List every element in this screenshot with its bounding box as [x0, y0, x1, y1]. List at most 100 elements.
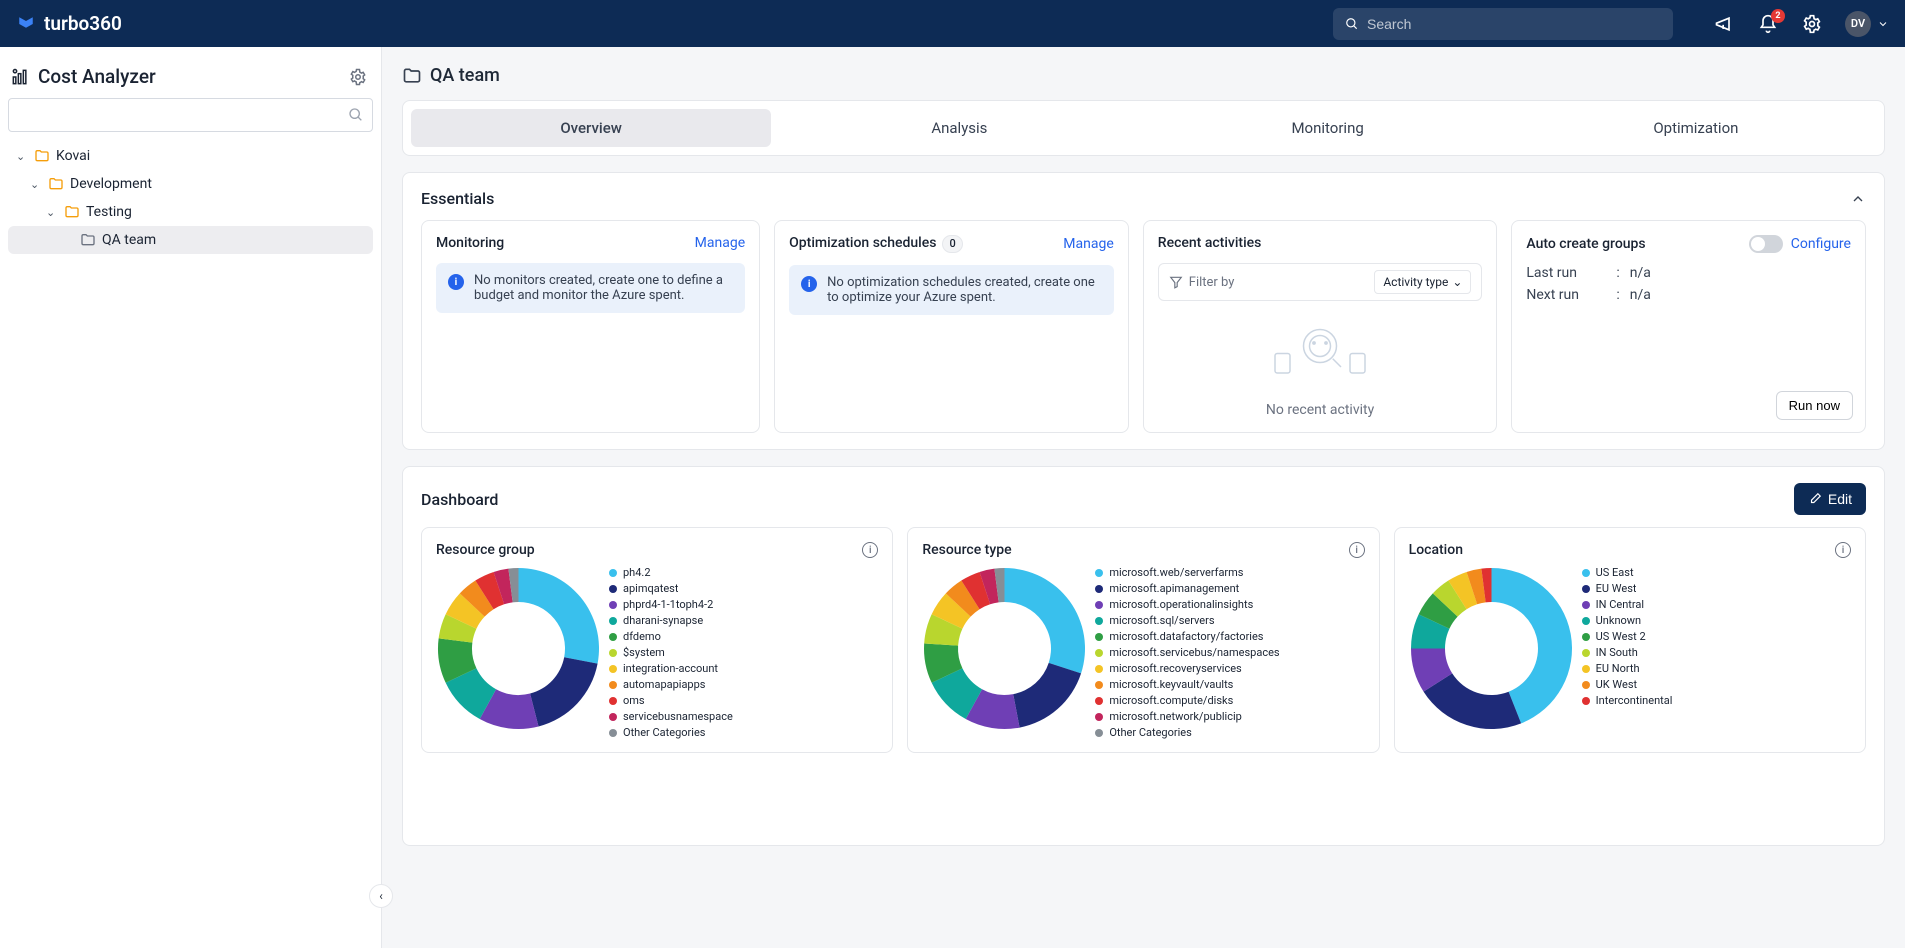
card-title: Monitoring — [436, 235, 504, 251]
tree-item-testing[interactable]: ⌄ Testing — [8, 198, 373, 226]
legend-item[interactable]: UK West — [1582, 678, 1851, 691]
legend-item[interactable]: phprd4-1-1toph4-2 — [609, 598, 878, 611]
tab-overview[interactable]: Overview — [411, 109, 771, 147]
legend-item[interactable]: $system — [609, 646, 878, 659]
info-icon: i — [448, 274, 464, 290]
kv-key: Next run — [1526, 287, 1606, 303]
next-run-row: Next run : n/a — [1526, 287, 1851, 303]
legend-item[interactable]: microsoft.recoveryservices — [1095, 662, 1364, 675]
collapse-sidebar-button[interactable]: ‹ — [369, 884, 393, 908]
chart-location: Location i US East EU West IN Central Unkno… — [1394, 527, 1866, 753]
manage-optimization-link[interactable]: Manage — [1063, 236, 1113, 252]
edit-dashboard-button[interactable]: Edit — [1794, 483, 1866, 515]
chevron-down-icon: ⌄ — [30, 178, 42, 191]
settings-icon[interactable] — [1801, 13, 1823, 35]
legend-item[interactable]: Intercontinental — [1582, 694, 1851, 707]
legend-item[interactable]: apimqatest — [609, 582, 878, 595]
tree-label: Kovai — [56, 148, 90, 164]
tab-monitoring[interactable]: Monitoring — [1148, 109, 1508, 147]
sidebar-title: Cost Analyzer — [10, 65, 156, 88]
legend-item[interactable]: microsoft.apimanagement — [1095, 582, 1364, 595]
filter-by-input[interactable]: Filter by — [1169, 275, 1367, 290]
legend-item[interactable]: integration-account — [609, 662, 878, 675]
legend-item[interactable]: microsoft.servicebus/namespaces — [1095, 646, 1364, 659]
empty-activity-text: No recent activity — [1158, 402, 1483, 418]
chart-resource-type: Resource type i microsoft.web/serverfarm… — [907, 527, 1379, 753]
last-run-row: Last run : n/a — [1526, 265, 1851, 281]
tree-search[interactable] — [8, 98, 373, 132]
tree-label: Development — [70, 176, 152, 192]
search-icon — [348, 107, 364, 123]
legend-item[interactable]: IN Central — [1582, 598, 1851, 611]
filter-icon — [1169, 275, 1183, 289]
folder-icon — [80, 232, 96, 248]
legend-resource-group: ph4.2 apimqatest phprd4-1-1toph4-2 dharani-… — [609, 566, 878, 742]
legend-item[interactable]: IN South — [1582, 646, 1851, 659]
legend-item[interactable]: microsoft.operationalinsights — [1095, 598, 1364, 611]
legend-item[interactable]: dfdemo — [609, 630, 878, 643]
collapse-essentials-icon[interactable] — [1850, 191, 1866, 207]
card-activities: Recent activities Filter by Activity typ… — [1143, 220, 1498, 433]
chevron-down-icon: ⌄ — [46, 206, 58, 219]
chart-info-icon[interactable]: i — [1835, 542, 1851, 558]
tree-item-development[interactable]: ⌄ Development — [8, 170, 373, 198]
topbar-actions: 2 DV — [1713, 11, 1889, 37]
search-icon — [1345, 17, 1359, 31]
legend-item[interactable]: Other Categories — [1095, 726, 1364, 739]
user-menu[interactable]: DV — [1845, 11, 1889, 37]
announcements-icon[interactable] — [1713, 13, 1735, 35]
legend-item[interactable]: microsoft.keyvault/vaults — [1095, 678, 1364, 691]
monitoring-info: i No monitors created, create one to def… — [436, 263, 745, 313]
tab-analysis[interactable]: Analysis — [779, 109, 1139, 147]
legend-item[interactable]: ph4.2 — [609, 566, 878, 579]
legend-item[interactable]: microsoft.compute/disks — [1095, 694, 1364, 707]
logo-icon — [16, 14, 36, 34]
tree-item-qa-team[interactable]: QA team — [8, 226, 373, 254]
legend-item[interactable]: microsoft.network/publicip — [1095, 710, 1364, 723]
avatar: DV — [1845, 11, 1871, 37]
tab-label: Optimization — [1653, 119, 1738, 137]
sidebar-settings-icon[interactable] — [349, 68, 367, 86]
global-search[interactable] — [1333, 8, 1673, 40]
tree-search-input[interactable] — [17, 108, 348, 123]
legend-item[interactable]: microsoft.web/serverfarms — [1095, 566, 1364, 579]
card-title: Optimization schedules0 — [789, 235, 963, 253]
legend-item[interactable]: microsoft.datafactory/factories — [1095, 630, 1364, 643]
tab-optimization[interactable]: Optimization — [1516, 109, 1876, 147]
avatar-initials: DV — [1851, 17, 1865, 30]
chevron-down-icon: ⌄ — [16, 150, 28, 163]
auto-groups-toggle[interactable] — [1749, 235, 1783, 253]
kv-value: n/a — [1630, 265, 1651, 281]
search-input[interactable] — [1367, 16, 1661, 32]
tab-label: Monitoring — [1291, 119, 1363, 137]
chart-title: Location — [1409, 542, 1463, 558]
legend-item[interactable]: dharani-synapse — [609, 614, 878, 627]
chart-info-icon[interactable]: i — [1349, 542, 1365, 558]
legend-item[interactable]: US East — [1582, 566, 1851, 579]
configure-link[interactable]: Configure — [1791, 236, 1851, 252]
notifications-icon[interactable]: 2 — [1757, 13, 1779, 35]
legend-item[interactable]: Unknown — [1582, 614, 1851, 627]
manage-monitoring-link[interactable]: Manage — [695, 235, 745, 251]
legend-item[interactable]: Other Categories — [609, 726, 878, 739]
legend-item[interactable]: US West 2 — [1582, 630, 1851, 643]
tree-item-kovai[interactable]: ⌄ Kovai — [8, 142, 373, 170]
info-icon: i — [801, 276, 817, 292]
activity-type-select[interactable]: Activity type ⌄ — [1374, 270, 1471, 294]
chart-title: Resource group — [436, 542, 535, 558]
brand-name: turbo360 — [44, 12, 122, 35]
legend-item[interactable]: servicebusnamespace — [609, 710, 878, 723]
legend-item[interactable]: EU West — [1582, 582, 1851, 595]
chart-info-icon[interactable]: i — [862, 542, 878, 558]
legend-item[interactable]: EU North — [1582, 662, 1851, 675]
folder-icon — [34, 148, 50, 164]
legend-item[interactable]: oms — [609, 694, 878, 707]
run-now-button[interactable]: Run now — [1776, 391, 1853, 420]
legend-item[interactable]: automapapiapps — [609, 678, 878, 691]
edit-icon — [1808, 492, 1822, 506]
tree-label: QA team — [102, 232, 156, 248]
brand-logo[interactable]: turbo360 — [16, 12, 1333, 35]
legend-item[interactable]: microsoft.sql/servers — [1095, 614, 1364, 627]
kv-value: n/a — [1630, 287, 1651, 303]
info-text: No monitors created, create one to defin… — [474, 273, 733, 303]
